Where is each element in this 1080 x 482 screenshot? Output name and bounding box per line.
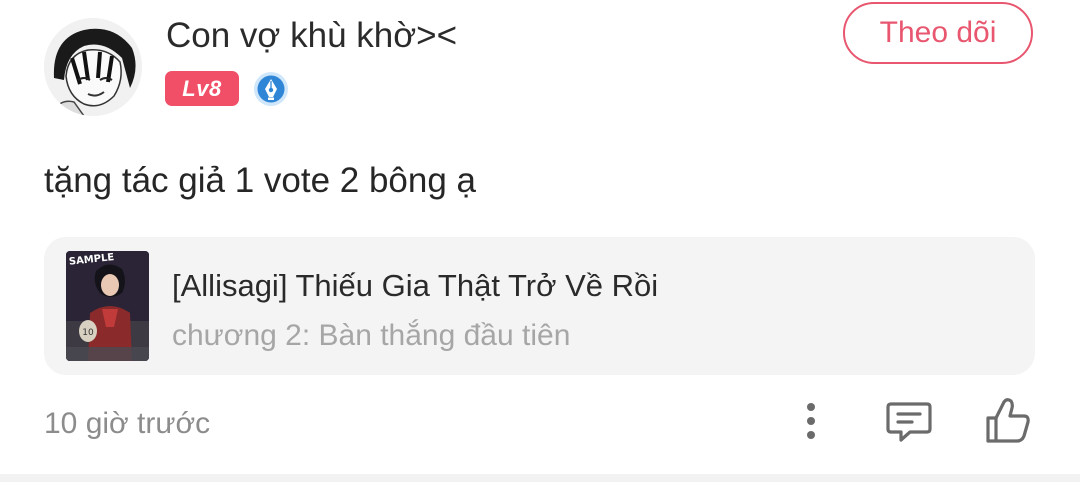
comment-timestamp: 10 giờ trước bbox=[44, 407, 211, 440]
series-title: [Allisagi] Thiếu Gia Thật Trở Về Rồi bbox=[172, 268, 659, 303]
avatar[interactable] bbox=[44, 18, 142, 116]
more-vertical-icon[interactable] bbox=[796, 398, 826, 446]
comment-text: tặng tác giả 1 vote 2 bông ạ bbox=[44, 161, 476, 200]
follow-button[interactable]: Theo dõi bbox=[843, 2, 1033, 64]
svg-text:10: 10 bbox=[82, 328, 94, 338]
comment-icon[interactable] bbox=[884, 398, 934, 446]
avatar-image bbox=[44, 18, 142, 116]
pen-badge-icon bbox=[253, 71, 289, 107]
thumbs-up-icon[interactable] bbox=[982, 396, 1034, 446]
chapter-name: chương 2: Bàn thắng đầu tiên bbox=[172, 319, 571, 352]
username[interactable]: Con vợ khù khờ>< bbox=[166, 14, 457, 58]
cover-image: 10 SAMPLE bbox=[66, 251, 149, 361]
divider bbox=[0, 474, 1080, 482]
level-badge: Lv8 bbox=[165, 71, 239, 106]
chapter-card[interactable]: 10 SAMPLE [Allisagi] Thiếu Gia Thật Trở … bbox=[44, 237, 1035, 375]
